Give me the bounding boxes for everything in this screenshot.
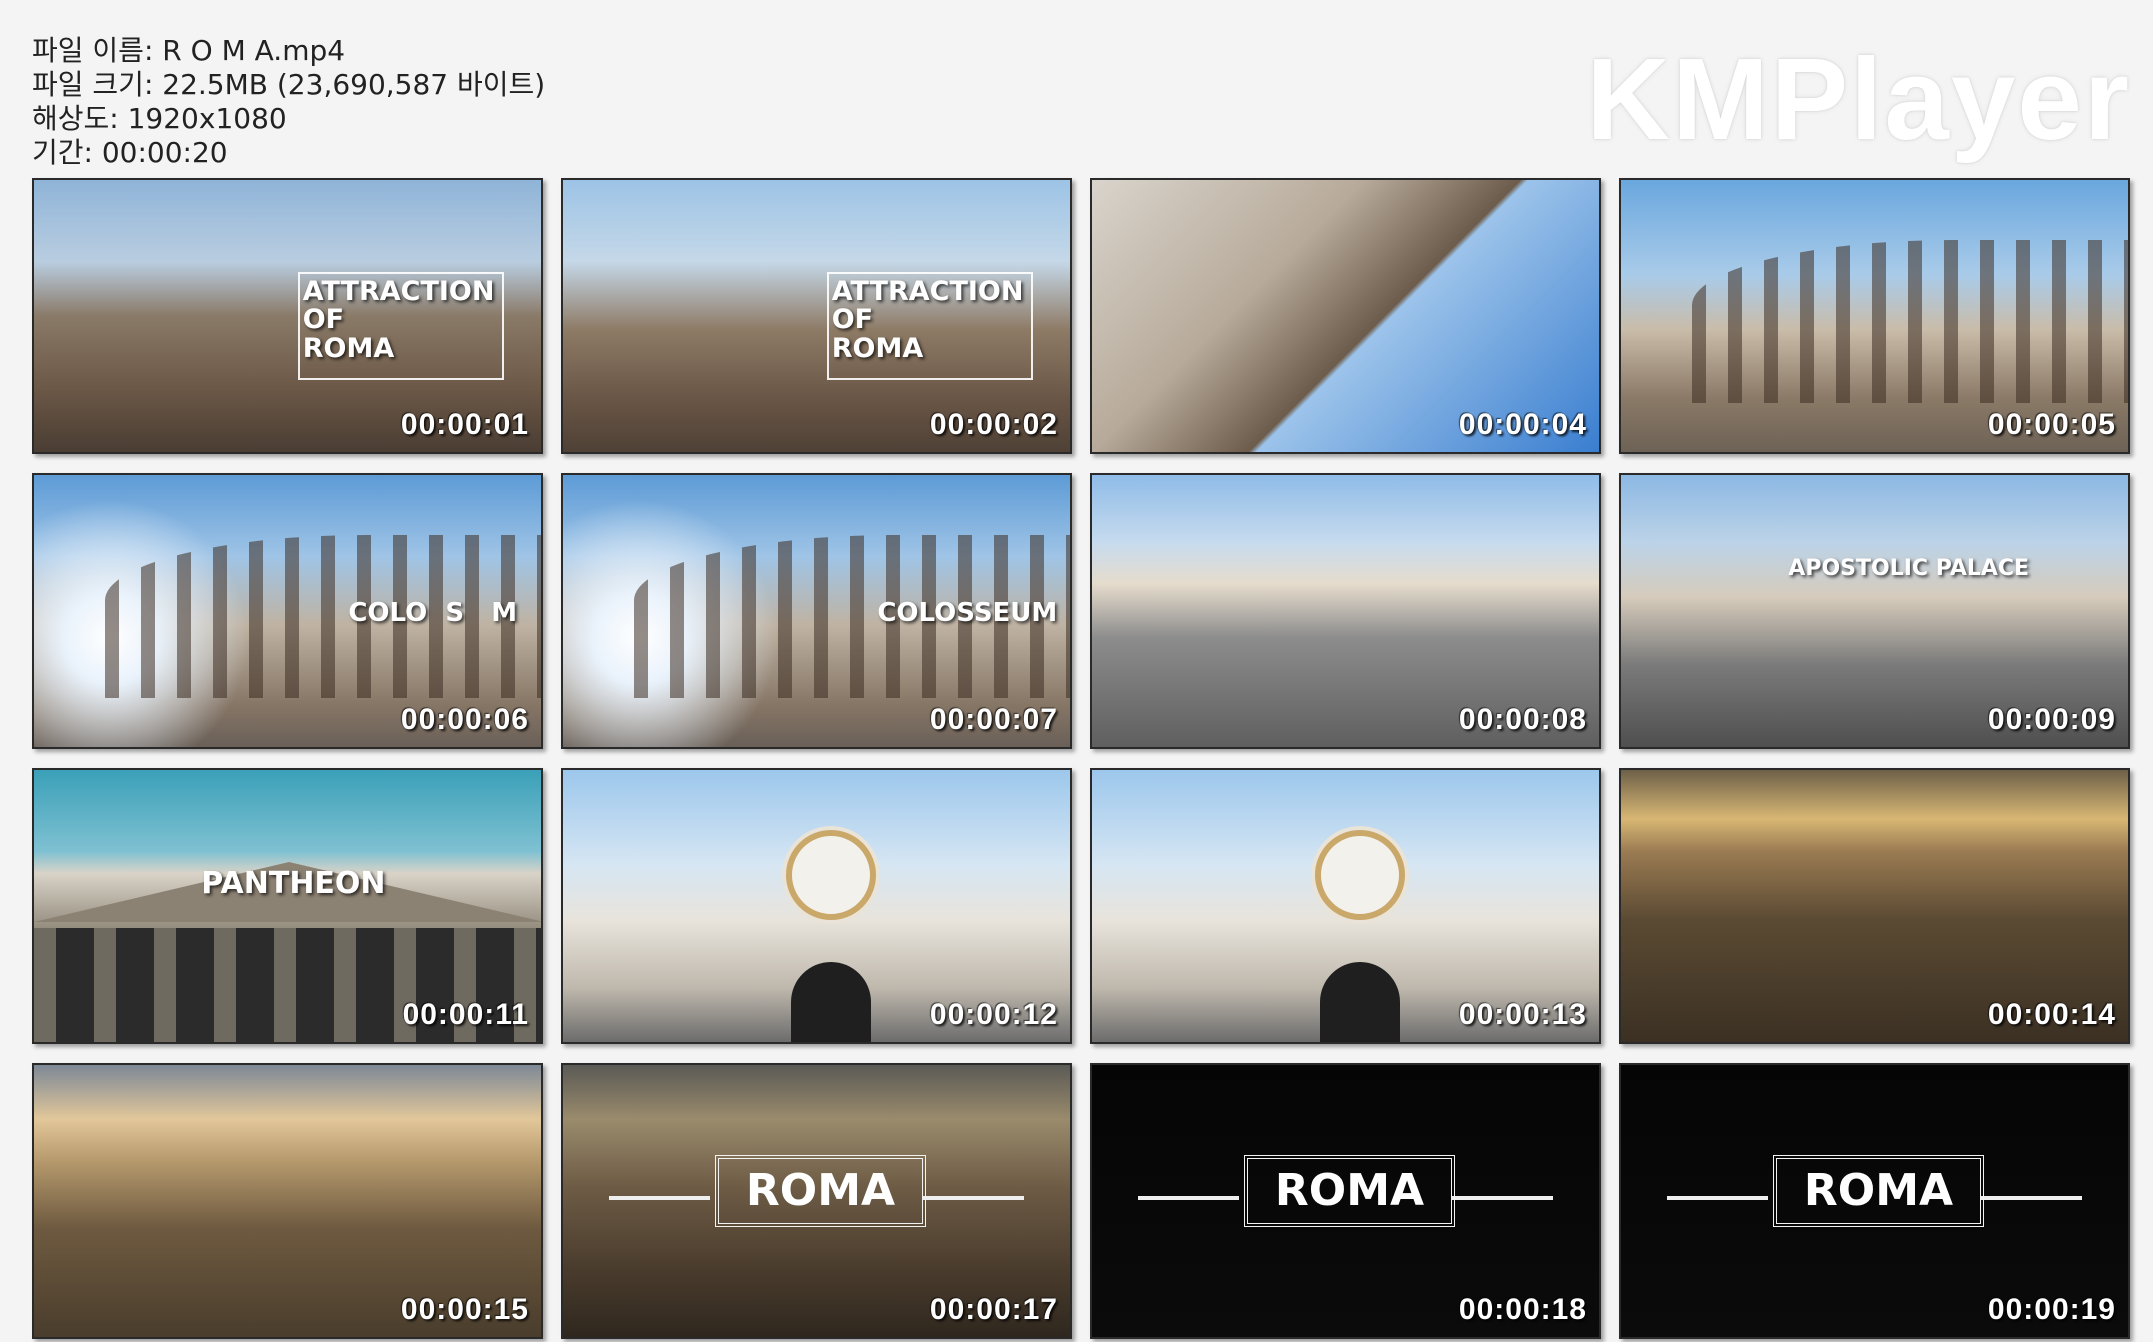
title-ornament-left <box>1137 1195 1240 1200</box>
file-name-label: 파일 이름: R O M A.mp4 <box>32 34 346 67</box>
video-thumbnail[interactable]: COLOSSEUM 00:00:07 <box>561 473 1072 749</box>
colosseum-arches <box>1691 239 2128 404</box>
video-thumbnail[interactable]: APOSTOLIC PALACE 00:00:09 <box>1619 473 2130 749</box>
title-ornament-right <box>1451 1195 1554 1200</box>
roma-title: ROMA <box>715 1154 926 1227</box>
thumbnail-grid: ATTRACTION OF ROMA 00:00:01 ATTRACTION OF … <box>32 178 2132 1342</box>
video-thumbnail[interactable]: ROMA 00:00:17 <box>561 1063 1072 1339</box>
clock-icon <box>786 829 877 920</box>
timecode-label: 00:00:06 <box>400 703 529 736</box>
clock-icon <box>1315 829 1406 920</box>
scene-title: COLOSSEUM <box>877 598 1058 629</box>
timecode-label: 00:00:01 <box>400 408 529 441</box>
scene-title: ATTRACTION OF ROMA <box>831 275 1024 364</box>
timecode-label: 00:00:02 <box>929 408 1058 441</box>
timecode-label: 00:00:11 <box>402 998 529 1031</box>
bell-opening <box>791 962 872 1042</box>
file-size-label: 파일 크기: 22.5MB (23,690,587 바이트) <box>32 68 546 101</box>
timecode-label: 00:00:07 <box>929 703 1058 736</box>
video-thumbnail[interactable]: COLO S M 00:00:06 <box>32 473 543 749</box>
video-thumbnail[interactable]: 00:00:04 <box>1090 178 1601 454</box>
title-ornament-left <box>1666 1195 1769 1200</box>
video-thumbnail[interactable]: 00:00:12 <box>561 768 1072 1044</box>
video-thumbnail[interactable]: ROMA 00:00:18 <box>1090 1063 1601 1339</box>
timecode-label: 00:00:09 <box>1987 703 2116 736</box>
video-thumbnail[interactable]: 00:00:08 <box>1090 473 1601 749</box>
video-thumbnail[interactable]: 00:00:13 <box>1090 768 1601 1044</box>
kmplayer-logo: KMPlayer <box>1586 34 2131 164</box>
timecode-label: 00:00:19 <box>1987 1293 2116 1326</box>
bell-opening <box>1320 962 1401 1042</box>
video-thumbnail[interactable]: 00:00:05 <box>1619 178 2130 454</box>
scene-title: APOSTOLIC PALACE <box>1788 555 2030 581</box>
video-thumbnail[interactable]: PANTHEON 00:00:11 <box>32 768 543 1044</box>
timecode-label: 00:00:12 <box>929 998 1058 1031</box>
scene-title: ATTRACTION OF ROMA <box>302 275 495 364</box>
timecode-label: 00:00:05 <box>1987 408 2116 441</box>
video-thumbnail[interactable]: ATTRACTION OF ROMA 00:00:01 <box>32 178 543 454</box>
file-info-panel: 파일 이름: R O M A.mp4 파일 크기: 22.5MB (23,690… <box>32 34 545 170</box>
timecode-label: 00:00:18 <box>1458 1293 1587 1326</box>
duration-label: 기간: 00:00:20 <box>32 136 228 169</box>
roma-title: ROMA <box>1244 1154 1455 1227</box>
video-thumbnail[interactable]: 00:00:14 <box>1619 768 2130 1044</box>
title-ornament-right <box>922 1195 1025 1200</box>
timecode-label: 00:00:08 <box>1458 703 1587 736</box>
timecode-label: 00:00:15 <box>400 1293 529 1326</box>
timecode-label: 00:00:13 <box>1458 998 1587 1031</box>
timecode-label: 00:00:14 <box>1987 998 2116 1031</box>
title-ornament-right <box>1980 1195 2083 1200</box>
video-thumbnail[interactable]: 00:00:15 <box>32 1063 543 1339</box>
roma-title: ROMA <box>1773 1154 1984 1227</box>
scene-title: PANTHEON <box>201 865 386 901</box>
resolution-label: 해상도: 1920x1080 <box>32 102 287 135</box>
video-thumbnail[interactable]: ROMA 00:00:19 <box>1619 1063 2130 1339</box>
title-ornament-left <box>608 1195 711 1200</box>
timecode-label: 00:00:04 <box>1458 408 1587 441</box>
timecode-label: 00:00:17 <box>929 1293 1058 1326</box>
scene-title: COLO S M <box>348 598 518 629</box>
video-thumbnail[interactable]: ATTRACTION OF ROMA 00:00:02 <box>561 178 1072 454</box>
